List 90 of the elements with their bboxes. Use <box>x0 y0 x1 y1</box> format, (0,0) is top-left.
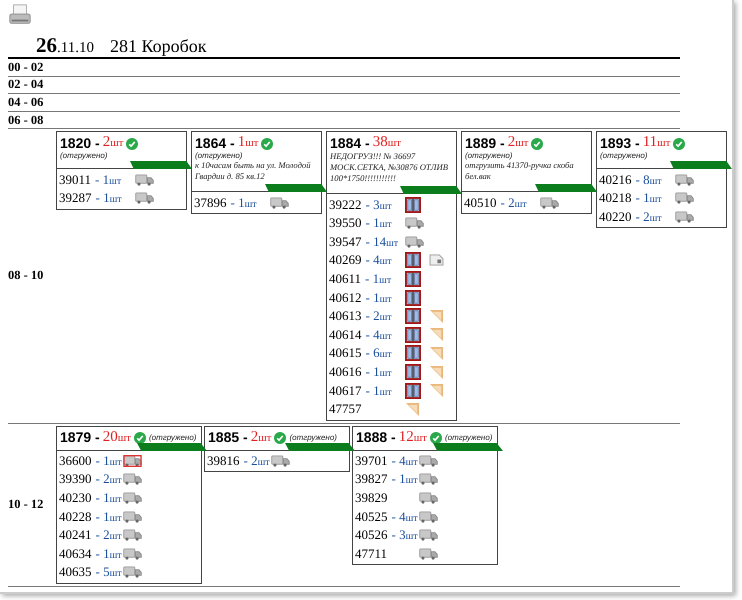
order-number: 1864 - <box>195 134 235 151</box>
item-entry: 40218 - 1шт <box>599 190 663 206</box>
item-entry: 37896 - 1шт <box>194 194 258 211</box>
item-entry: 40612 - 1шт <box>329 290 393 306</box>
time-slot-label: 10 - 12 <box>8 497 44 512</box>
item-entry: 40615 - 6шт <box>329 345 393 362</box>
item-entry: 40617 - 1шт <box>329 382 393 399</box>
status-text: (отгружено) <box>465 151 514 160</box>
item-entry: 40525 - 4шт <box>355 508 419 525</box>
ribbon-flag <box>535 184 597 192</box>
item-entry: 40634 - 1шт <box>59 546 123 562</box>
status-text: (отгружено) <box>444 432 492 442</box>
check-icon <box>531 138 544 150</box>
ribbon-flag <box>400 186 462 194</box>
item-entry: 39829 <box>355 490 388 506</box>
time-slot-label: 06 - 08 <box>8 112 44 128</box>
printer-icon[interactable] <box>8 3 32 27</box>
item-entry: 40241 - 2шт <box>59 527 123 544</box>
item-entry: 39287 - 1шт <box>59 190 123 206</box>
item-entry: 47757 <box>329 401 362 418</box>
item-entry: 40613 - 2шт <box>329 308 393 324</box>
corner-icon <box>429 327 444 342</box>
status-text: (отгружено) <box>148 432 196 442</box>
order-number: 1884 - <box>330 134 370 151</box>
ribbon-flag <box>433 442 503 450</box>
check-icon <box>261 138 274 150</box>
check-icon <box>430 432 442 444</box>
item-entry: 40526 - 3шт <box>355 527 419 544</box>
time-slot-label: 04 - 06 <box>8 94 44 110</box>
item-entry: 40228 - 1шт <box>59 508 123 525</box>
time-slot-label: 08 - 10 <box>8 268 44 284</box>
ribbon-flag <box>670 161 732 170</box>
item-entry: 40269 - 4шт <box>329 252 393 268</box>
check-icon <box>673 138 686 150</box>
corner-icon <box>429 364 444 380</box>
order-number: 1820 - <box>60 134 100 151</box>
item-entry: 40510 - 2шт <box>464 194 528 211</box>
order-number: 1889 - <box>465 134 505 151</box>
item-entry: 40611 - 1шт <box>329 271 392 288</box>
box-count: 281 Коробок <box>110 36 206 57</box>
item-entry: 39547 - 14шт <box>329 234 400 250</box>
order-quantity: 38шт <box>372 134 401 152</box>
item-entry: 39222 - 3шт <box>329 196 393 213</box>
order-quantity: 2шт <box>508 134 528 152</box>
order-note: к 10часам быть на ул. Молодой Гвардии д. 85 кв.12 <box>195 160 312 182</box>
order-number: 1879 - <box>60 429 100 445</box>
item-entry: 39827 - 1шт <box>355 471 419 488</box>
order-number: 1893 - <box>600 134 640 151</box>
order-quantity: 11шт <box>642 134 670 152</box>
time-slot-label: 02 - 04 <box>8 77 44 92</box>
item-entry: 39550 - 1шт <box>329 215 393 232</box>
check-icon <box>126 138 138 150</box>
order-quantity: 20шт <box>102 428 131 446</box>
status-text: (отгружено) <box>195 151 244 160</box>
item-entry: 40230 - 1шт <box>59 490 123 506</box>
status-text: (отгружено) <box>289 432 337 442</box>
check-icon <box>134 432 146 444</box>
item-entry: 40616 - 1шт <box>329 364 393 380</box>
item-entry: 39701 - 4шт <box>355 452 419 469</box>
order-quantity: 12шт <box>398 428 427 446</box>
order-quantity: 2шт <box>102 134 124 152</box>
order-number: 1888 - <box>356 429 396 445</box>
item-entry: 40220 - 2шт <box>599 208 663 225</box>
date-day: 26 <box>36 33 57 58</box>
ribbon-flag <box>265 184 327 192</box>
order-quantity: 2шт <box>250 428 272 446</box>
status-text: (отгружено) <box>600 151 648 160</box>
ribbon-flag <box>285 442 355 450</box>
sheet-icon <box>429 254 444 266</box>
item-entry: 39011 - 1шт <box>59 172 122 188</box>
item-entry: 40614 - 4шт <box>329 326 393 343</box>
order-quantity: 1шт <box>238 134 258 152</box>
item-entry: 40635 - 5шт <box>59 564 123 580</box>
order-number: 1885 - <box>208 429 248 445</box>
ribbon-flag <box>130 161 192 170</box>
item-entry: 39390 - 2шт <box>59 471 123 488</box>
item-entry: 39816 - 2шт <box>207 452 271 469</box>
order-note: НЕДОГРУЗ!!! № 36697 МОСК.СЕТКА, №30876 ОТЛИВ 100*1750!!!!!!!!!!! <box>330 151 449 184</box>
corner-icon <box>429 308 444 324</box>
status-text: (отгружено) <box>60 151 108 160</box>
item-entry: 36600 - 1шт <box>59 452 123 469</box>
order-note: отгрузить 41370-ручка скоба бел.вак <box>465 160 575 182</box>
item-entry: 47711 <box>355 546 388 562</box>
corner-icon <box>429 346 444 361</box>
time-slot-label: 00 - 02 <box>8 60 44 75</box>
corner-icon <box>429 383 444 398</box>
ribbon-flag <box>137 442 207 450</box>
date-month-year: .11.10 <box>57 40 94 57</box>
item-entry: 40216 - 8шт <box>599 172 663 188</box>
check-icon <box>274 432 286 444</box>
